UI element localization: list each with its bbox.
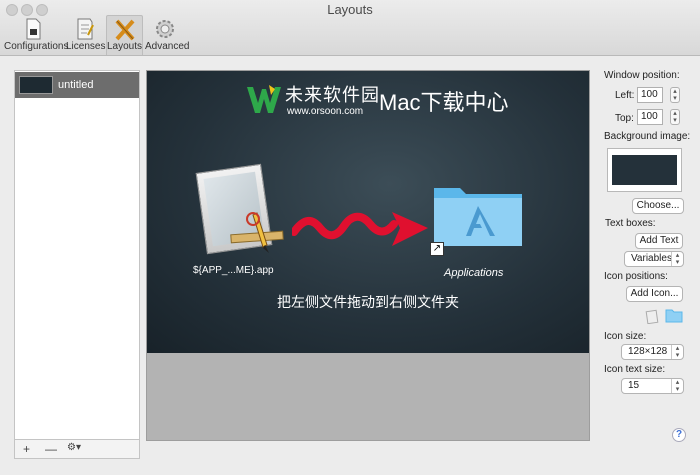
chevron-updown-icon: ▴ ▾ bbox=[671, 379, 683, 393]
title-bar: Layouts Configurations Licenses Layouts … bbox=[0, 0, 700, 56]
top-label: Top: bbox=[615, 113, 634, 124]
layout-list: untitled bbox=[14, 70, 140, 455]
toolbar-label-layouts: Layouts bbox=[107, 41, 143, 52]
add-layout-button[interactable]: + bbox=[23, 442, 30, 456]
logo-mac-download-center: Mac下载中心 bbox=[379, 90, 509, 115]
pencil-ruler-icon bbox=[230, 212, 284, 253]
logo-chinese-text: 未来软件园 bbox=[285, 85, 380, 105]
add-icon-button[interactable]: Add Icon... bbox=[626, 286, 683, 302]
window-title: Layouts bbox=[327, 2, 373, 17]
layouts-icon bbox=[115, 19, 134, 41]
configurations-icon bbox=[26, 18, 41, 40]
window: Layouts Configurations Licenses Layouts … bbox=[0, 0, 700, 475]
chevron-updown-icon: ▴ ▾ bbox=[671, 252, 683, 266]
inspector-panel: Window position: Left: 100 ▴ ▾ Top: 100 ▴… bbox=[596, 66, 696, 446]
layout-list-item[interactable]: untitled bbox=[15, 72, 139, 98]
icon-size-value: 128×128 bbox=[628, 346, 668, 357]
icon-text-size-label: Icon text size: bbox=[604, 364, 666, 375]
variables-select-label: Variables bbox=[631, 253, 672, 264]
toolbar-layouts[interactable]: Layouts bbox=[106, 15, 143, 55]
applications-label: Applications bbox=[444, 267, 504, 279]
toolbar-licenses[interactable]: Licenses bbox=[66, 15, 106, 55]
icon-text-size-value: 15 bbox=[628, 380, 640, 391]
layout-list-item-label: untitled bbox=[58, 79, 94, 91]
left-label: Left: bbox=[615, 90, 635, 101]
left-position-stepper[interactable]: ▴ ▾ bbox=[670, 87, 680, 103]
text-boxes-label: Text boxes: bbox=[605, 218, 656, 229]
icon-text-size-select[interactable]: 15 ▴ ▾ bbox=[621, 378, 684, 394]
icon-size-select[interactable]: 128×128 ▴ ▾ bbox=[621, 344, 684, 360]
logo-url: www.orsoon.com bbox=[287, 106, 364, 117]
background-image-label: Background image: bbox=[604, 131, 691, 142]
layout-canvas[interactable]: 未来软件园 www.orsoon.com Mac下载中心 ${APP_...ME… bbox=[146, 70, 590, 441]
background-image-well[interactable] bbox=[607, 148, 682, 192]
remove-layout-button[interactable]: — bbox=[45, 442, 57, 456]
choose-background-button[interactable]: Choose... bbox=[632, 198, 684, 214]
icon-positions-label: Icon positions: bbox=[604, 271, 668, 282]
background-image-preview bbox=[612, 155, 677, 185]
add-text-button[interactable]: Add Text bbox=[635, 233, 683, 249]
top-position-stepper[interactable]: ▴ ▾ bbox=[670, 109, 680, 125]
alias-arrow-icon: ↗ bbox=[430, 242, 444, 256]
layout-thumbnail bbox=[19, 76, 53, 94]
instruction-text: 把左侧文件拖动到右侧文件夹 bbox=[277, 294, 459, 310]
toolbar-configurations[interactable]: Configurations bbox=[4, 15, 69, 55]
applications-folder-icon[interactable] bbox=[432, 178, 524, 250]
top-position-field[interactable]: 100 bbox=[637, 109, 663, 125]
layout-action-menu[interactable]: ⚙▾ bbox=[67, 442, 81, 453]
window-position-label: Window position: bbox=[604, 70, 680, 81]
left-position-field[interactable]: 100 bbox=[637, 87, 663, 103]
toolbar-advanced[interactable]: Advanced bbox=[145, 15, 190, 55]
toolbar-label-licenses: Licenses bbox=[66, 41, 106, 52]
orsoon-logo-icon bbox=[247, 85, 281, 113]
layout-list-footer: + — ⚙▾ bbox=[14, 439, 140, 459]
toolbar-label-advanced: Advanced bbox=[145, 41, 190, 52]
variables-select[interactable]: Variables ▴ ▾ bbox=[624, 251, 684, 267]
icon-size-label: Icon size: bbox=[604, 331, 647, 342]
gear-icon bbox=[156, 20, 174, 38]
drag-arrow-icon bbox=[292, 212, 428, 246]
chevron-updown-icon: ▴ ▾ bbox=[671, 345, 683, 359]
app-icon-label: ${APP_...ME}.app bbox=[193, 265, 274, 276]
icon-position-thumbnails bbox=[645, 309, 683, 324]
help-button[interactable]: ? bbox=[672, 428, 686, 442]
licenses-icon bbox=[77, 18, 94, 40]
background-image: 未来软件园 www.orsoon.com Mac下载中心 ${APP_...ME… bbox=[147, 71, 589, 353]
toolbar-label-configurations: Configurations bbox=[4, 41, 69, 52]
